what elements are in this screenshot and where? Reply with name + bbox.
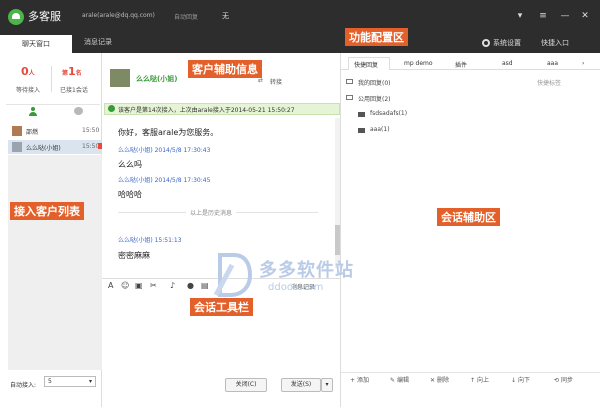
- annotation-session-assist: 会话辅助区: [437, 208, 500, 226]
- tab-plugins[interactable]: 插件: [455, 60, 467, 69]
- quick-access-button[interactable]: 快捷入口: [541, 38, 569, 48]
- annotation-session-tools: 会话工具栏: [190, 298, 253, 316]
- close-button[interactable]: 关闭(C): [225, 378, 267, 392]
- accepted-label: 已接1会话: [60, 87, 88, 94]
- waiting-label: 等待接入: [16, 87, 41, 94]
- reply-folder[interactable]: aaa(1): [370, 126, 390, 133]
- chat-bubble-icon[interactable]: [74, 107, 83, 115]
- folder-icon: [346, 79, 353, 84]
- app-window: 多客服 arale(arale@dq.qq.com) 自动回复 无 ▾ ≡ — …: [0, 0, 600, 407]
- avatar: [12, 142, 22, 152]
- transfer-button[interactable]: 转接: [270, 77, 282, 86]
- user-name: 邵燃: [26, 129, 39, 136]
- customer-name: 么么哒(小姐): [136, 75, 178, 83]
- message-sender: 么么哒(小姐) 2014/5/8 17:30:43: [118, 147, 211, 154]
- delete-button[interactable]: ✕ 删除: [430, 375, 449, 384]
- auto-reply-label: 自动回复: [174, 14, 199, 21]
- customer-avatar: [110, 69, 130, 87]
- settings-icon[interactable]: ≡: [537, 10, 549, 22]
- watermark-brand: 多多软件站: [259, 260, 354, 281]
- close-window-icon[interactable]: ✕: [579, 10, 591, 22]
- minimize-icon[interactable]: —: [559, 10, 571, 22]
- folder-icon: [346, 95, 353, 100]
- auto-accept-label: 自动接入:: [10, 382, 37, 389]
- avatar: [12, 126, 22, 136]
- user-time: 15:50: [82, 143, 100, 150]
- waiting-count: 0人: [21, 65, 35, 78]
- tab-asd[interactable]: asd: [502, 60, 513, 67]
- file-icon[interactable]: ▤: [201, 281, 209, 290]
- app-title: 多客服: [28, 10, 61, 23]
- auto-accept-select[interactable]: 5 ▾: [44, 376, 96, 387]
- stats-divider: [51, 66, 52, 92]
- tab-aaa[interactable]: aaa: [547, 60, 558, 67]
- person-icon[interactable]: [28, 107, 38, 117]
- emoji-icon[interactable]: ☺: [121, 281, 129, 290]
- tab-mp-demo[interactable]: mp demo: [404, 60, 433, 67]
- message-sender: 么么哒(小姐) 15:51:13: [118, 237, 182, 244]
- gear-icon[interactable]: [482, 39, 490, 47]
- send-button[interactable]: 发送(S): [281, 378, 321, 392]
- folder-icon: [358, 112, 365, 117]
- account-label: arale(arale@dq.qq.com): [82, 12, 155, 19]
- reply-folder[interactable]: fsdsadafs(1): [370, 110, 407, 117]
- rank-indicator: 第1名: [62, 65, 82, 78]
- annotation-customer-info: 客户辅助信息: [188, 60, 262, 78]
- watermark-domain: ddooo.com: [268, 282, 324, 293]
- message-text: 哈哈哈: [118, 190, 142, 199]
- transfer-icon[interactable]: ⇄: [258, 77, 263, 84]
- folder-icon: [358, 128, 365, 133]
- voice-icon[interactable]: ♪: [170, 281, 175, 290]
- font-icon[interactable]: A: [108, 281, 113, 290]
- user-list-item[interactable]: 邵燃 15:50: [8, 124, 102, 138]
- right-panel: [340, 53, 600, 407]
- customer-list-area: [8, 155, 102, 370]
- user-list-item[interactable]: 么么哒(小姐) 15:50: [8, 140, 104, 154]
- annotation-customer-list: 接入客户列表: [10, 202, 84, 220]
- app-logo-icon: [8, 9, 24, 25]
- screenshot-icon[interactable]: ✂: [150, 281, 157, 290]
- move-up-button[interactable]: ↑ 向上: [470, 375, 489, 384]
- tab-quick-reply[interactable]: 快捷回复: [354, 60, 378, 69]
- left-icons-bar: [6, 104, 100, 120]
- session-notice-text: 该客户是第14次接入，上次由arale接入于2014-05-21 15:50:2…: [118, 107, 295, 114]
- tab-chat-window[interactable]: 聊天窗口: [0, 35, 72, 53]
- info-icon: [108, 105, 115, 112]
- public-reply-folder[interactable]: 公用回复(2): [358, 94, 391, 103]
- my-reply-folder[interactable]: 我的回复(0): [358, 78, 391, 87]
- message-text: 密密麻麻: [118, 251, 150, 260]
- microphone-icon[interactable]: ●: [187, 281, 194, 290]
- tab-scroll-right-icon[interactable]: ›: [582, 60, 584, 67]
- message-sender: 么么哒(小姐) 2014/5/8 17:30:45: [118, 177, 211, 184]
- add-button[interactable]: + 添加: [350, 375, 369, 384]
- watermark-logo-icon: [213, 253, 252, 297]
- auto-reply-dropdown[interactable]: 无: [222, 11, 229, 21]
- image-icon[interactable]: ▣: [135, 281, 143, 290]
- user-name: 么么哒(小姐): [26, 145, 61, 152]
- history-label: 以上是历史消息: [186, 208, 237, 217]
- annotation-function-config: 功能配置区: [345, 28, 408, 46]
- sync-button[interactable]: ⟲ 同步: [554, 375, 573, 384]
- message-text: 你好，客服arale为您服务。: [118, 128, 219, 137]
- move-down-button[interactable]: ↓ 向下: [511, 375, 530, 384]
- system-settings-button[interactable]: 系统设置: [493, 38, 521, 48]
- user-time: 15:50: [82, 127, 100, 134]
- edit-button[interactable]: ✎ 编辑: [390, 375, 409, 384]
- tab-message-history[interactable]: 消息记录: [84, 37, 112, 47]
- dropdown-menu-icon[interactable]: ▾: [514, 10, 526, 22]
- message-text: 么么吗: [118, 160, 142, 169]
- quick-label-button[interactable]: 快捷标签: [537, 78, 561, 87]
- send-options-icon[interactable]: ▾: [321, 378, 333, 392]
- right-bottom-divider: [341, 372, 600, 373]
